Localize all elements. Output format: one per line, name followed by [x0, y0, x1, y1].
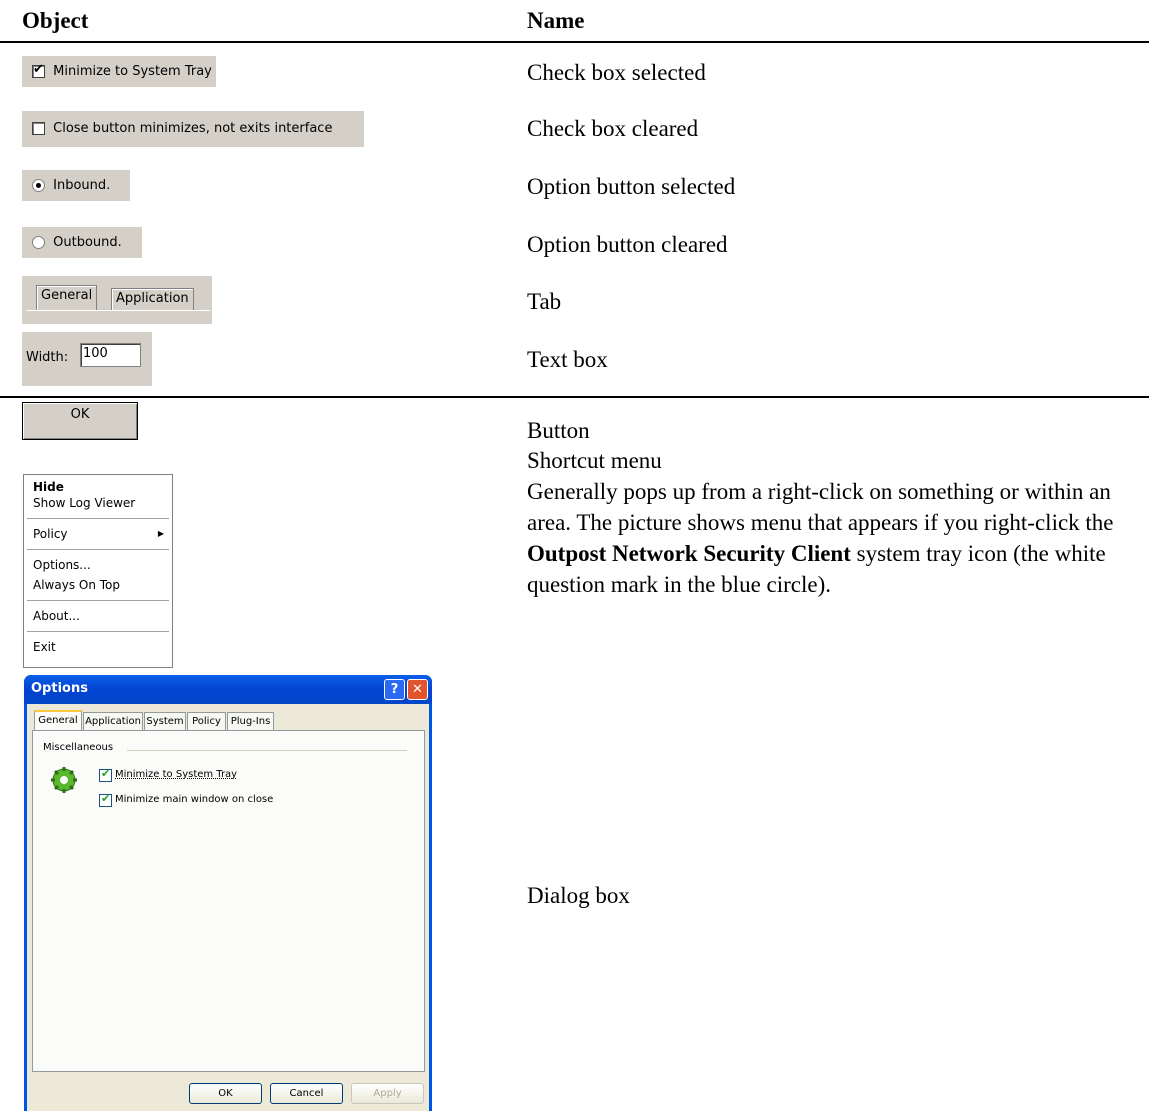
- name-option-cleared: Option button cleared: [527, 232, 728, 257]
- dialog-title: Options: [31, 681, 88, 696]
- column-header-name: Name: [527, 8, 585, 33]
- dialog-titlebar: Options ? ✕: [24, 675, 432, 704]
- name-option-selected: Option button selected: [527, 174, 736, 199]
- menu-item-exit[interactable]: Exit: [24, 637, 172, 657]
- tab-general[interactable]: General: [36, 285, 98, 310]
- dialog-apply-button[interactable]: Apply: [351, 1083, 424, 1104]
- shortcut-menu-description: Generally pops up from a right-click on …: [527, 479, 1114, 597]
- menu-item-hide[interactable]: Hide: [24, 475, 172, 494]
- dialog-ok-button[interactable]: OK: [189, 1083, 262, 1104]
- checkbox-checked[interactable]: ✔: [32, 62, 45, 78]
- checkbox-label: Close button minimizes, not exits interf…: [53, 121, 333, 136]
- minimize-tray-checkbox[interactable]: ✔: [99, 767, 112, 782]
- name-dialog-box: Dialog box: [527, 883, 630, 908]
- name-shortcut-menu: Shortcut menu: [527, 448, 662, 473]
- submenu-arrow-icon: ▶: [157, 529, 164, 538]
- radio-selected[interactable]: [32, 179, 45, 192]
- menu-item-about[interactable]: About...: [24, 606, 172, 626]
- textbox-label: Width:: [26, 350, 69, 365]
- tab-plug-ins[interactable]: Plug-Ins: [227, 712, 274, 730]
- menu-item-options[interactable]: Options...: [24, 555, 172, 575]
- menu-item-always-on-top[interactable]: Always On Top: [24, 575, 172, 595]
- group-label: Miscellaneous: [43, 742, 114, 753]
- help-button[interactable]: ?: [384, 679, 405, 700]
- tab-application[interactable]: Application: [83, 712, 143, 730]
- name-tab: Tab: [527, 289, 562, 314]
- name-check-selected: Check box selected: [527, 60, 706, 85]
- tab-panel: Miscellaneous ✔ Minimize to System Tray …: [32, 730, 425, 1072]
- radio-label: Inbound.: [53, 178, 111, 193]
- minimize-close-checkbox[interactable]: ✔: [99, 792, 112, 807]
- tab-general[interactable]: General: [34, 710, 82, 732]
- minimize-tray-label: Minimize to System Tray: [115, 769, 238, 780]
- shortcut-menu: Hide Show Log Viewer Policy ▶ Options... …: [23, 474, 173, 668]
- width-input[interactable]: 100: [80, 343, 141, 367]
- name-textbox: Text box: [527, 347, 608, 372]
- menu-item-policy[interactable]: Policy ▶: [24, 524, 172, 544]
- tab-policy[interactable]: Policy: [187, 712, 226, 730]
- column-header-object: Object: [22, 8, 89, 33]
- name-check-cleared: Check box cleared: [527, 116, 699, 141]
- tab-application[interactable]: Application: [111, 288, 194, 310]
- options-dialog: Options ? ✕ General Application System P…: [24, 675, 432, 1111]
- radio-label: Outbound.: [53, 235, 122, 250]
- checkbox-unchecked[interactable]: [32, 122, 45, 135]
- menu-item-show-log-viewer[interactable]: Show Log Viewer: [24, 493, 172, 513]
- tab-sample: General Application: [22, 276, 212, 324]
- header-rule: [0, 41, 1149, 43]
- gear-icon: [51, 767, 77, 793]
- tab-system[interactable]: System: [144, 712, 186, 730]
- checkbox-selected-sample: ✔ Minimize to System Tray: [22, 56, 216, 87]
- ok-button-label: OK: [70, 407, 90, 422]
- radio-unselected[interactable]: [32, 236, 45, 249]
- check-mark-icon: ✔: [33, 62, 44, 77]
- close-button[interactable]: ✕: [407, 679, 428, 700]
- section-rule: [0, 396, 1149, 398]
- dialog-body: General Application System Policy Plug-I…: [27, 704, 429, 1111]
- ok-button-sample[interactable]: OK: [22, 402, 138, 440]
- name-button: Button: [527, 418, 590, 443]
- dialog-cancel-button[interactable]: Cancel: [270, 1083, 343, 1104]
- minimize-close-label: Minimize main window on close: [115, 794, 274, 805]
- option-selected-sample: Inbound.: [22, 170, 130, 201]
- checkbox-cleared-sample: Close button minimizes, not exits interf…: [22, 111, 364, 147]
- option-cleared-sample: Outbound.: [22, 227, 142, 258]
- checkbox-label: Minimize to System Tray: [53, 64, 212, 79]
- textbox-sample: Width: 100: [22, 332, 152, 386]
